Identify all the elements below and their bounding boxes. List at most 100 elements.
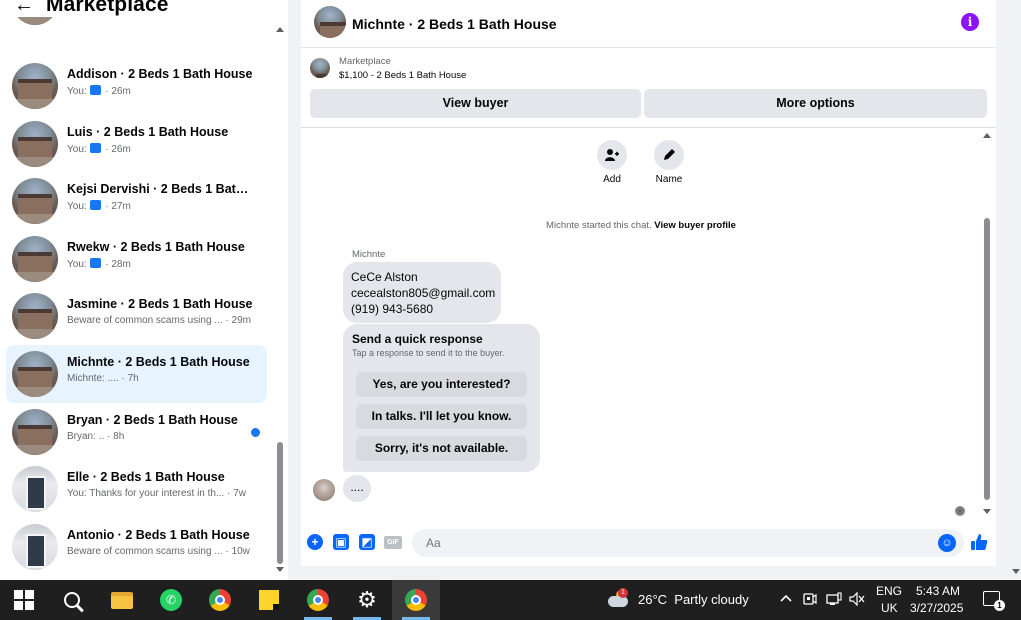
conversation-item[interactable]: Jasmine · 2 Beds 1 Bath House Beware of c… <box>6 287 267 345</box>
quick-response-card: Send a quick response Tap a response to … <box>343 324 540 472</box>
more-options-button[interactable]: More options <box>644 89 987 118</box>
taskbar-settings[interactable]: ⚙ <box>343 580 391 620</box>
conversation-item[interactable]: Addison · 2 Beds 1 Bath House You: · 26m <box>6 57 267 115</box>
add-person-icon[interactable] <box>597 140 627 170</box>
quick-response-title: Send a quick response <box>352 332 483 346</box>
conversation-name: Michnte · 2 Beds 1 Bath House <box>67 355 250 369</box>
conversation-item[interactable]: Elle · 2 Beds 1 Bath House You: Thanks fo… <box>6 460 267 518</box>
scrollbar-thumb[interactable] <box>984 218 990 500</box>
sticker-icon[interactable]: ◩ <box>359 534 375 550</box>
conversation-item[interactable]: Bryan · 2 Beds 1 Bath House Bryan: .. · 8… <box>6 403 267 461</box>
arrow-left-icon[interactable]: ← <box>14 0 34 17</box>
name-action[interactable]: Name <box>649 140 689 185</box>
chat-title[interactable]: Michnte · 2 Beds 1 Bath House <box>352 16 557 32</box>
weather-badge: 1 <box>618 588 628 598</box>
quick-response-button[interactable]: Sorry, it's not available. <box>356 436 527 461</box>
preview-text: Beware of common scams using ... <box>67 315 223 326</box>
photo-icon[interactable]: ▣ <box>333 534 349 550</box>
conversation-name: Rwekw · 2 Beds 1 Bath House <box>67 240 245 254</box>
preview-text: Beware of common scams using ... <box>67 546 223 557</box>
add-action[interactable]: Add <box>592 140 632 185</box>
name-label: Name <box>655 174 683 185</box>
chat-scrollbar[interactable] <box>981 128 993 520</box>
sender-avatar[interactable] <box>313 479 335 501</box>
conversation-name: Luis · 2 Beds 1 Bath House <box>67 125 229 139</box>
scroll-down-icon[interactable] <box>1012 569 1020 574</box>
listing-thumbnail <box>12 466 58 512</box>
listing-thumbnail[interactable] <box>310 58 330 78</box>
unread-dot-icon <box>251 428 260 437</box>
conversation-item[interactable]: Luis · 2 Beds 1 Bath House You: · 26m <box>6 115 267 173</box>
scroll-down-icon[interactable] <box>276 567 284 572</box>
network-icon[interactable] <box>826 592 842 609</box>
taskbar-chrome-profile[interactable] <box>392 580 440 620</box>
page-scrollbar[interactable] <box>1010 0 1021 580</box>
conversation-name: Jasmine · 2 Beds 1 Bath House <box>67 297 253 311</box>
taskbar-whatsapp[interactable]: ✆ <box>147 580 195 620</box>
taskbar-file-explorer[interactable] <box>98 580 146 620</box>
preview-time: · 28m <box>105 259 131 270</box>
preview-prefix: Bryan: <box>67 431 96 442</box>
quick-response-button[interactable]: In talks. I'll let you know. <box>356 404 527 429</box>
taskbar-chrome[interactable] <box>196 580 244 620</box>
thumbs-up-icon <box>90 258 102 268</box>
conversation-item[interactable]: Kejsi Dervishi · 2 Beds 1 Bath H... You: … <box>6 172 267 230</box>
chat-avatar[interactable] <box>314 6 346 38</box>
taskbar-sticky-notes[interactable] <box>245 580 293 620</box>
chevron-up-icon[interactable] <box>779 592 793 609</box>
emoji-icon[interactable]: ☺ <box>938 534 956 552</box>
system-text: Michnte started this chat. <box>546 220 652 231</box>
gear-icon: ⚙ <box>357 587 377 612</box>
gif-icon[interactable]: GIF <box>384 536 402 549</box>
conversation-item[interactable]: Rwekw · 2 Beds 1 Bath House You: · 28m <box>6 230 267 288</box>
thumbs-up-icon[interactable] <box>969 533 989 553</box>
message-bubble-dots: .... <box>343 475 371 502</box>
meet-now-icon[interactable] <box>803 592 817 609</box>
scroll-up-icon[interactable] <box>276 27 284 32</box>
pencil-icon[interactable] <box>654 140 684 170</box>
keyboard-layout[interactable]: UK <box>881 601 898 615</box>
view-buyer-profile-link[interactable]: View buyer profile <box>654 220 736 231</box>
clock-date[interactable]: 3/27/2025 <box>910 601 963 615</box>
preview-time: · 27m <box>105 201 131 212</box>
message-input[interactable] <box>412 529 964 557</box>
quick-response-button[interactable]: Yes, are you interested? <box>356 372 527 397</box>
start-button[interactable] <box>0 580 48 620</box>
scrollbar-thumb[interactable] <box>277 442 283 564</box>
search-icon <box>64 592 80 608</box>
conversation-name: Kejsi Dervishi · 2 Beds 1 Bath H... <box>67 182 253 196</box>
listing-price[interactable]: $1,100 - 2 Beds 1 Bath House <box>339 70 466 81</box>
left-scrollbar[interactable] <box>274 20 286 580</box>
listing-thumbnail <box>12 63 58 109</box>
scroll-down-icon[interactable] <box>983 509 991 514</box>
folder-icon <box>111 591 133 609</box>
language-indicator[interactable]: ENG <box>876 584 902 598</box>
clock-time[interactable]: 5:43 AM <box>916 584 960 598</box>
volume-muted-icon[interactable] <box>849 591 865 609</box>
view-buyer-button[interactable]: View buyer <box>310 89 641 118</box>
info-icon[interactable]: i <box>961 13 979 31</box>
panel-title: Marketplace <box>46 0 169 16</box>
weather-icon[interactable]: 1 <box>606 588 630 610</box>
preview-prefix: You: <box>67 86 87 97</box>
search-button[interactable] <box>48 580 96 620</box>
listing-thumbnail <box>12 351 58 397</box>
listing-marketplace-label: Marketplace <box>339 56 391 67</box>
notification-badge: 1 <box>994 600 1005 611</box>
screen: Melissa Power · 2 Beds 1 Bath HouseYou: … <box>0 0 1021 620</box>
conversation-item[interactable]: Antonio · 2 Beds 1 Bath House Beware of c… <box>6 518 267 576</box>
chat-panel: Michnte · 2 Beds 1 Bath House i Marketpl… <box>301 0 996 566</box>
sender-name: Michnte <box>352 249 386 260</box>
listing-thumbnail <box>12 236 58 282</box>
thumbs-up-icon <box>90 200 102 210</box>
quick-response-subtitle: Tap a response to send it to the buyer. <box>352 348 505 358</box>
weather-text[interactable]: 26°C Partly cloudy <box>638 592 749 607</box>
scroll-up-icon[interactable] <box>983 133 991 138</box>
chat-messages: Add Name Michnte started this chat. View… <box>301 128 996 520</box>
preview-prefix: Michnte: <box>67 373 105 384</box>
plus-icon[interactable]: + <box>307 534 323 550</box>
preview-time: · 10w <box>225 546 250 557</box>
conversation-item[interactable]: Michnte · 2 Beds 1 Bath House Michnte: ..… <box>6 345 267 403</box>
preview-prefix: You: <box>67 144 87 155</box>
taskbar-chrome-window[interactable] <box>294 580 342 620</box>
